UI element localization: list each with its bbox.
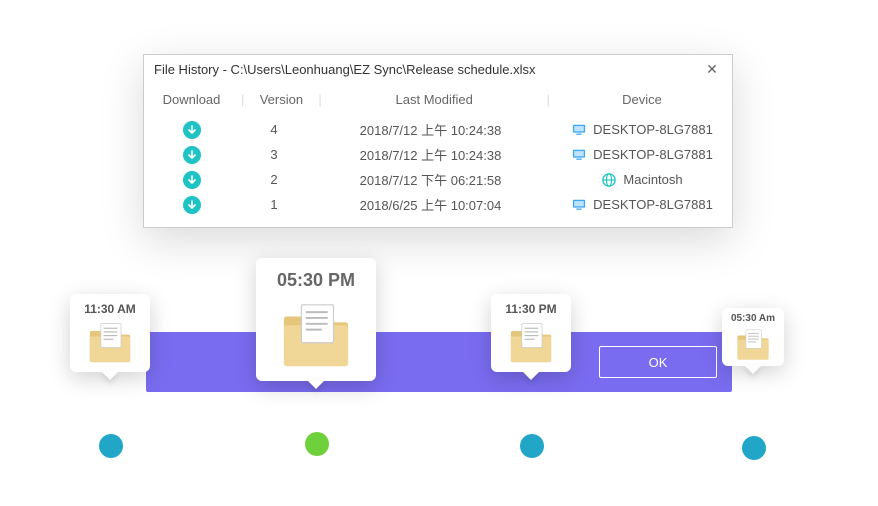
header-last-modified: Last Modified: [324, 88, 545, 111]
download-icon[interactable]: [183, 171, 201, 189]
download-icon[interactable]: [183, 146, 201, 164]
table-row: 22018/7/12 下午 06:21:58Macintosh: [144, 167, 732, 192]
cell-version: 3: [239, 147, 309, 162]
folder-icon: [86, 320, 134, 364]
dialog-title: File History - C:\Users\Leonhuang\EZ Syn…: [154, 62, 536, 77]
folder-icon: [278, 299, 354, 369]
close-icon[interactable]: ✕: [702, 61, 722, 78]
timeline-dot[interactable]: [99, 434, 123, 458]
cell-device: Macintosh: [552, 172, 732, 187]
download-icon[interactable]: [183, 121, 201, 139]
timeline-time: 11:30 AM: [84, 302, 136, 316]
monitor-icon: [571, 123, 587, 137]
cell-last-modified: 2018/7/12 下午 06:21:58: [309, 170, 552, 189]
table-row: 12018/6/25 上午 10:07:04DESKTOP-8LG7881: [144, 192, 732, 217]
header-version: Version: [246, 88, 316, 111]
cell-version: 4: [239, 122, 309, 137]
cell-device: DESKTOP-8LG7881: [552, 122, 732, 137]
cell-last-modified: 2018/6/25 上午 10:07:04: [309, 195, 552, 214]
timeline-dot[interactable]: [305, 432, 329, 456]
cell-device: DESKTOP-8LG7881: [552, 197, 732, 212]
download-icon[interactable]: [183, 196, 201, 214]
timeline-card[interactable]: 11:30 AM: [70, 294, 150, 372]
folder-icon: [734, 327, 772, 361]
cell-last-modified: 2018/7/12 上午 10:24:38: [309, 145, 552, 164]
table-body: 42018/7/12 上午 10:24:38DESKTOP-8LG7881320…: [144, 115, 732, 227]
cell-version: 1: [239, 197, 309, 212]
table-row: 32018/7/12 上午 10:24:38DESKTOP-8LG7881: [144, 142, 732, 167]
timeline-bar: OK: [146, 332, 732, 392]
file-history-dialog: File History - C:\Users\Leonhuang\EZ Syn…: [143, 54, 733, 228]
timeline-dot[interactable]: [520, 434, 544, 458]
timeline-time: 05:30 Am: [731, 313, 775, 324]
folder-icon: [507, 320, 555, 364]
timeline-time: 11:30 PM: [505, 302, 556, 316]
cell-last-modified: 2018/7/12 上午 10:24:38: [309, 120, 552, 139]
cell-device: DESKTOP-8LG7881: [552, 147, 732, 162]
ok-button[interactable]: OK: [599, 346, 717, 378]
timeline-dot[interactable]: [742, 436, 766, 460]
table-header: Download | Version | Last Modified | Dev…: [144, 84, 732, 115]
header-device: Device: [552, 88, 732, 111]
timeline-card[interactable]: 05:30 PM: [256, 258, 376, 381]
timeline-card[interactable]: 05:30 Am: [722, 308, 784, 366]
header-download: Download: [144, 88, 239, 111]
table-row: 42018/7/12 上午 10:24:38DESKTOP-8LG7881: [144, 117, 732, 142]
cell-version: 2: [239, 172, 309, 187]
timeline-time: 05:30 PM: [277, 270, 355, 291]
monitor-icon: [571, 148, 587, 162]
globe-icon: [601, 173, 617, 187]
monitor-icon: [571, 198, 587, 212]
titlebar: File History - C:\Users\Leonhuang\EZ Syn…: [144, 55, 732, 84]
timeline-card[interactable]: 11:30 PM: [491, 294, 571, 372]
